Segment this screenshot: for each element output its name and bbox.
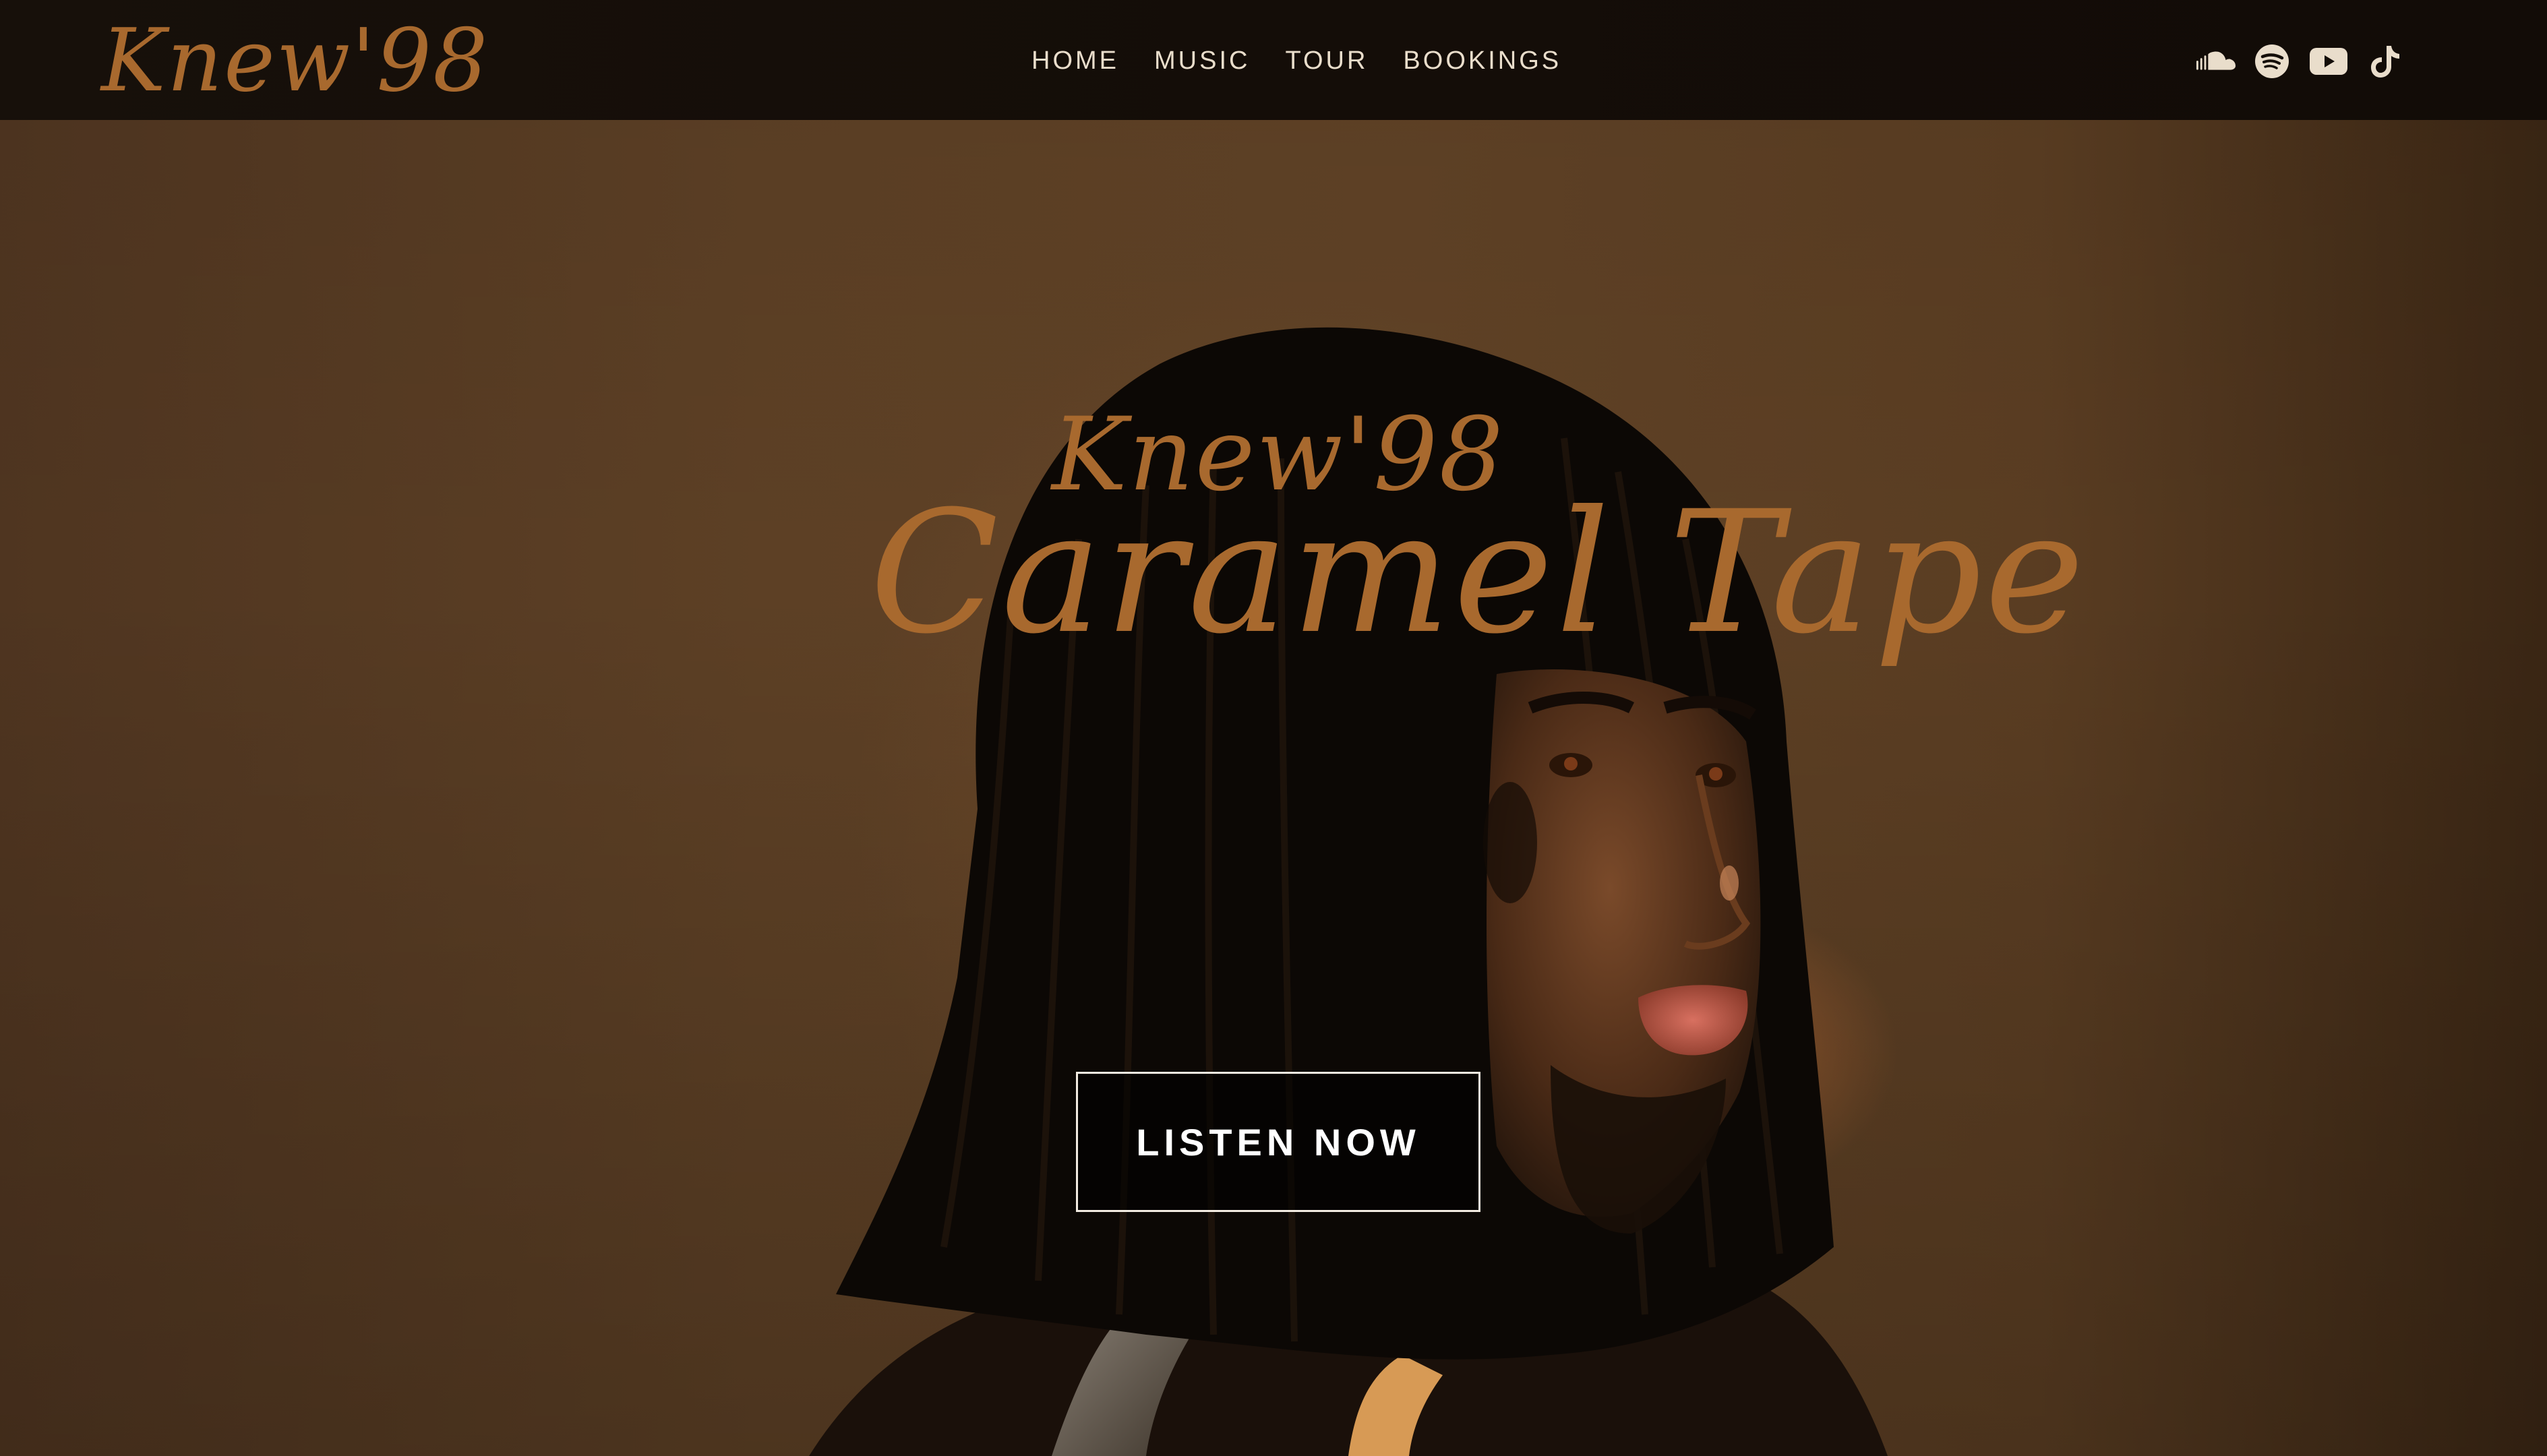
main-nav: HOME MUSIC TOUR BOOKINGS <box>1031 40 1561 81</box>
nav-home-link[interactable]: HOME <box>1031 47 1119 75</box>
spotify-icon[interactable] <box>2252 41 2292 82</box>
page: Knew'98 HOME MUSIC TOUR BOOKINGS Knew'98… <box>0 0 2547 1456</box>
social-links <box>2195 38 2405 85</box>
listen-now-button[interactable]: LISTEN NOW <box>1076 1072 1480 1212</box>
nav-bookings-link[interactable]: BOOKINGS <box>1403 47 1561 75</box>
site-header: Knew'98 HOME MUSIC TOUR BOOKINGS <box>0 0 2547 120</box>
artist-portrait <box>809 327 1888 1456</box>
hero-album-title: Caramel Tape <box>870 475 2087 671</box>
tiktok-icon[interactable] <box>2365 41 2405 82</box>
soundcloud-icon[interactable] <box>2195 41 2236 82</box>
youtube-icon[interactable] <box>2308 41 2349 82</box>
nav-music-link[interactable]: MUSIC <box>1154 47 1250 75</box>
site-logo[interactable]: Knew'98 <box>101 4 489 119</box>
nav-tour-link[interactable]: TOUR <box>1285 47 1368 75</box>
